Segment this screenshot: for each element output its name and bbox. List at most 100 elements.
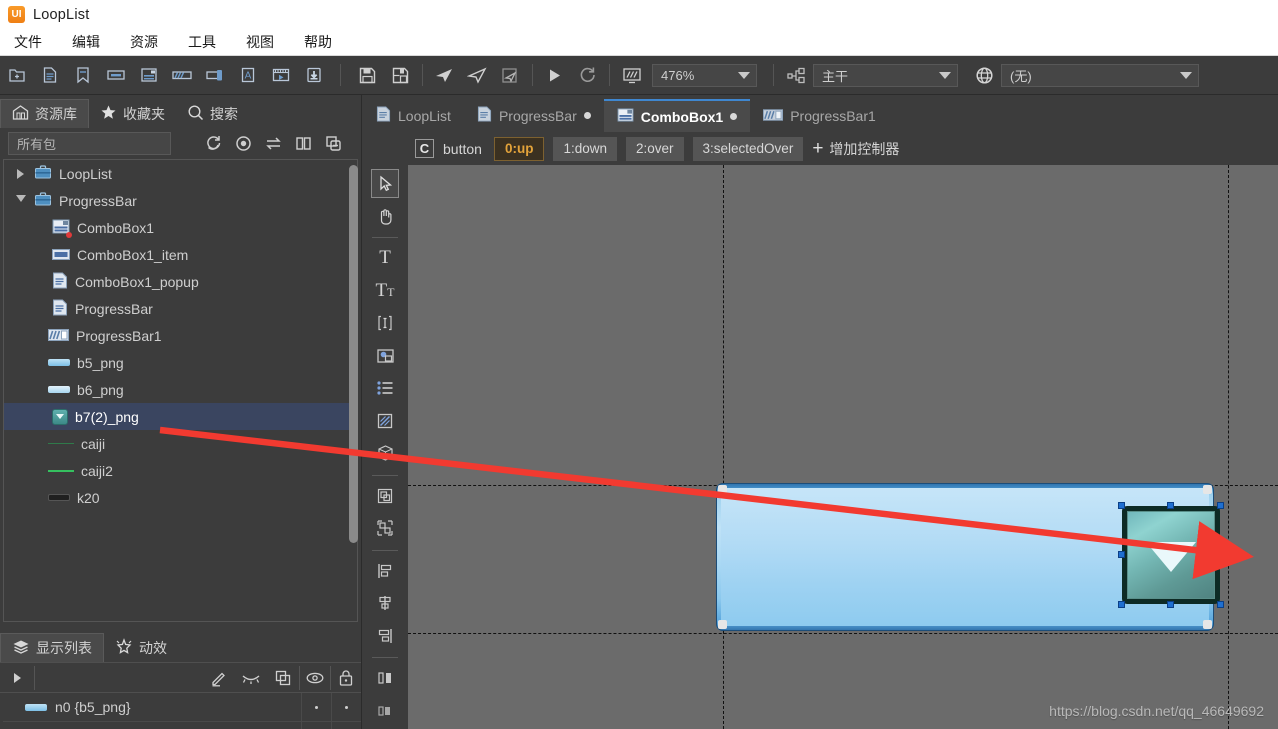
lock-toggle[interactable]	[331, 693, 361, 721]
new-slider-icon[interactable]	[198, 56, 231, 95]
tab-display-list[interactable]: 显示列表	[0, 633, 104, 662]
tree-item-caiji2[interactable]: caiji2	[4, 457, 357, 484]
tree-item-b5-png[interactable]: b5_png	[4, 349, 357, 376]
new-project-icon[interactable]	[0, 56, 33, 95]
list-item[interactable]: n1 {b6_png}	[3, 722, 361, 729]
new-combobox-icon[interactable]	[132, 56, 165, 95]
resize-handle[interactable]	[1167, 502, 1174, 509]
tree-item-k20[interactable]: k20	[4, 484, 357, 511]
tab-search[interactable]: 搜索	[176, 99, 249, 128]
align-left-icon[interactable]	[371, 556, 399, 585]
visible-toggle[interactable]	[301, 693, 331, 721]
tab-combobox1[interactable]: ComboBox1	[603, 99, 751, 132]
import-icon[interactable]	[297, 56, 330, 95]
hand-icon[interactable]	[371, 202, 399, 231]
publish-all-icon[interactable]	[461, 56, 494, 95]
image-icon[interactable]	[371, 342, 399, 371]
lock-toggle[interactable]	[331, 722, 361, 729]
rich-text-icon[interactable]: TT	[371, 277, 399, 306]
new-movieclip-icon[interactable]	[264, 56, 297, 95]
save-icon[interactable]	[351, 56, 384, 95]
hide-icon[interactable]	[235, 670, 267, 686]
tab-animation[interactable]: 动效	[104, 633, 178, 662]
edit-icon[interactable]	[203, 669, 235, 687]
tree-item-progressbar-pkg[interactable]: ProgressBar	[4, 187, 357, 214]
menu-item-help[interactable]: 帮助	[304, 32, 332, 52]
cursor-icon[interactable]	[371, 169, 399, 198]
lock-icon[interactable]	[331, 669, 361, 687]
tab-library[interactable]: 资源库	[0, 99, 89, 128]
tree-item-progressbar[interactable]: ProgressBar	[4, 295, 357, 322]
publish-icon[interactable]	[428, 56, 461, 95]
menu-item-resource[interactable]: 资源	[130, 32, 158, 52]
ungroup-icon[interactable]	[371, 514, 399, 543]
library-scrollbar[interactable]	[349, 165, 358, 543]
menu-item-file[interactable]: 文件	[14, 32, 42, 52]
tab-progressbar1[interactable]: ProgressBar1	[750, 99, 889, 132]
group-icon[interactable]	[371, 482, 399, 511]
split-icon[interactable]	[288, 131, 318, 157]
distribute-v-icon[interactable]	[371, 696, 399, 725]
resize-handle[interactable]	[1217, 601, 1224, 608]
tab-looplist[interactable]: LoopList	[363, 99, 464, 132]
input-text-icon[interactable]	[371, 309, 399, 338]
new-progressbar-icon[interactable]	[165, 56, 198, 95]
tree-item-combobox1[interactable]: ComboBox1	[4, 214, 357, 241]
tree-item-combobox1-popup[interactable]: ComboBox1_popup	[4, 268, 357, 295]
eye-icon[interactable]	[300, 670, 330, 686]
locate-icon[interactable]	[228, 131, 258, 157]
refresh-icon[interactable]	[198, 131, 228, 157]
align-right-icon[interactable]	[371, 621, 399, 650]
save-all-icon[interactable]	[384, 56, 417, 95]
graph-icon[interactable]	[371, 407, 399, 436]
distribute-h-icon[interactable]	[371, 664, 399, 693]
align-center-icon[interactable]	[371, 589, 399, 618]
new-component-icon[interactable]	[99, 56, 132, 95]
controller-state-1[interactable]: 1:down	[553, 136, 617, 161]
selected-dropdown-button[interactable]	[1118, 502, 1224, 608]
branch-combo[interactable]: 主干	[813, 63, 958, 87]
refresh-icon[interactable]	[571, 56, 604, 95]
menu-item-tools[interactable]: 工具	[188, 32, 216, 52]
resize-handle[interactable]	[1217, 502, 1224, 509]
controller-state-0[interactable]: 0:up	[493, 136, 545, 161]
tree-item-b7-png[interactable]: b7(2)_png	[4, 403, 357, 430]
tab-favorites[interactable]: 收藏夹	[89, 99, 176, 128]
controller-state-3[interactable]: 3:selectedOver	[692, 136, 804, 161]
resize-handle[interactable]	[1167, 601, 1174, 608]
collapse-icon[interactable]	[318, 131, 348, 157]
package-filter-combo[interactable]: 所有包	[8, 132, 171, 155]
twisty-closed-icon[interactable]	[14, 168, 27, 179]
list-icon[interactable]	[371, 374, 399, 403]
library-tree[interactable]: LoopList ProgressBar ComboBox1 ComboBox1…	[3, 159, 358, 622]
resize-handle[interactable]	[1118, 502, 1125, 509]
twisty-open-icon[interactable]	[14, 194, 27, 207]
menu-item-edit[interactable]: 编辑	[72, 32, 100, 52]
tree-item-b6-png[interactable]: b6_png	[4, 376, 357, 403]
resize-handle[interactable]	[1118, 601, 1125, 608]
cube-3d-icon[interactable]: 3D	[371, 439, 399, 468]
add-controller-button[interactable]: + 增加控制器	[812, 139, 899, 159]
expand-icon[interactable]	[0, 672, 34, 683]
new-document-icon[interactable]	[33, 56, 66, 95]
tab-progressbar[interactable]: ProgressBar	[464, 99, 604, 132]
preview-icon[interactable]	[538, 56, 571, 95]
tree-item-combobox1-item[interactable]: ComboBox1_item	[4, 241, 357, 268]
bookmark-icon[interactable]	[66, 56, 99, 95]
text-icon[interactable]: T	[371, 244, 399, 273]
list-item[interactable]: n0 {b5_png}	[3, 693, 361, 722]
controller-state-2[interactable]: 2:over	[625, 136, 684, 161]
tree-item-looplist[interactable]: LoopList	[4, 160, 357, 187]
swap-icon[interactable]	[258, 131, 288, 157]
resize-handle[interactable]	[1217, 551, 1224, 558]
tree-item-caiji[interactable]: caiji	[4, 430, 357, 457]
visible-toggle[interactable]	[301, 722, 331, 729]
design-canvas[interactable]: https://blog.csdn.net/qq_46649692	[408, 165, 1278, 729]
tree-item-progressbar1[interactable]: ProgressBar1	[4, 322, 357, 349]
resize-handle[interactable]	[1118, 551, 1125, 558]
new-font-icon[interactable]: A	[231, 56, 264, 95]
menu-item-view[interactable]: 视图	[246, 32, 274, 52]
zoom-combo[interactable]: 476%	[652, 63, 757, 87]
duplicate-icon[interactable]	[267, 669, 299, 687]
publish-settings-icon[interactable]	[494, 56, 527, 95]
